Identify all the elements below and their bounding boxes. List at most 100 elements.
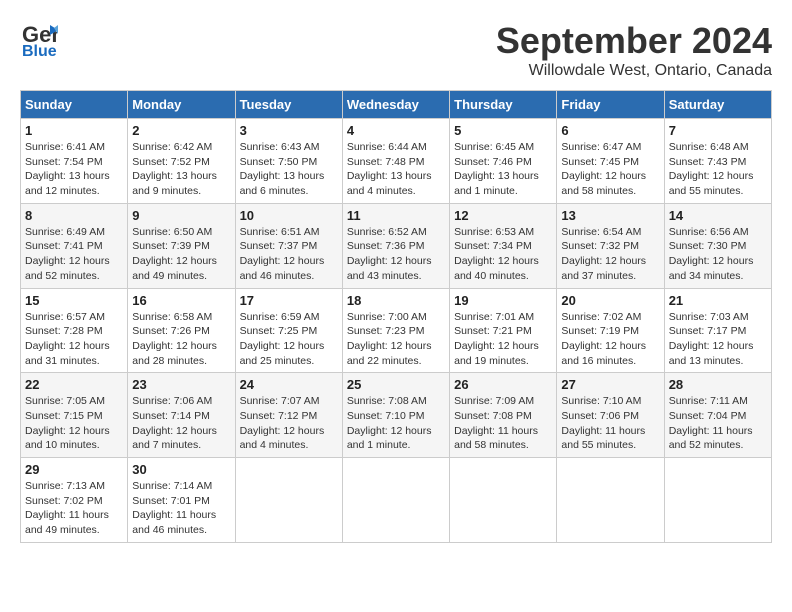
day-number: 20 [561, 293, 659, 308]
calendar-cell: 2 Sunrise: 6:42 AMSunset: 7:52 PMDaylight… [128, 119, 235, 204]
day-info: Sunrise: 6:42 AMSunset: 7:52 PMDaylight:… [132, 140, 230, 199]
day-info: Sunrise: 6:58 AMSunset: 7:26 PMDaylight:… [132, 310, 230, 369]
day-number: 3 [240, 123, 338, 138]
day-number: 1 [25, 123, 123, 138]
calendar-cell: 15 Sunrise: 6:57 AMSunset: 7:28 PMDayligh… [21, 288, 128, 373]
day-info: Sunrise: 6:54 AMSunset: 7:32 PMDaylight:… [561, 225, 659, 284]
day-number: 15 [25, 293, 123, 308]
day-info: Sunrise: 7:03 AMSunset: 7:17 PMDaylight:… [669, 310, 767, 369]
day-info: Sunrise: 6:45 AMSunset: 7:46 PMDaylight:… [454, 140, 552, 199]
calendar-cell: 7 Sunrise: 6:48 AMSunset: 7:43 PMDaylight… [664, 119, 771, 204]
day-number: 9 [132, 208, 230, 223]
day-info: Sunrise: 7:13 AMSunset: 7:02 PMDaylight:… [25, 479, 123, 538]
day-number: 22 [25, 377, 123, 392]
day-number: 19 [454, 293, 552, 308]
column-header-saturday: Saturday [664, 91, 771, 119]
calendar-cell: 8 Sunrise: 6:49 AMSunset: 7:41 PMDaylight… [21, 203, 128, 288]
day-number: 21 [669, 293, 767, 308]
day-info: Sunrise: 6:53 AMSunset: 7:34 PMDaylight:… [454, 225, 552, 284]
day-info: Sunrise: 6:44 AMSunset: 7:48 PMDaylight:… [347, 140, 445, 199]
column-header-thursday: Thursday [450, 91, 557, 119]
day-number: 2 [132, 123, 230, 138]
day-info: Sunrise: 6:57 AMSunset: 7:28 PMDaylight:… [25, 310, 123, 369]
logo: General Blue [20, 20, 58, 65]
day-number: 8 [25, 208, 123, 223]
location-title: Willowdale West, Ontario, Canada [496, 62, 772, 80]
page-header: General Blue September 2024 Willowdale W… [20, 20, 772, 80]
month-title: September 2024 [496, 20, 772, 62]
day-info: Sunrise: 6:49 AMSunset: 7:41 PMDaylight:… [25, 225, 123, 284]
day-info: Sunrise: 6:59 AMSunset: 7:25 PMDaylight:… [240, 310, 338, 369]
day-number: 5 [454, 123, 552, 138]
week-row: 1Sunrise: 6:41 AMSunset: 7:54 PMDaylight… [21, 119, 772, 204]
day-number: 28 [669, 377, 767, 392]
calendar-cell: 19 Sunrise: 7:01 AMSunset: 7:21 PMDayligh… [450, 288, 557, 373]
calendar-cell [557, 458, 664, 543]
day-info: Sunrise: 7:10 AMSunset: 7:06 PMDaylight:… [561, 394, 659, 453]
week-row: 22 Sunrise: 7:05 AMSunset: 7:15 PMDayligh… [21, 373, 772, 458]
day-number: 16 [132, 293, 230, 308]
calendar-cell: 18 Sunrise: 7:00 AMSunset: 7:23 PMDayligh… [342, 288, 449, 373]
week-row: 15 Sunrise: 6:57 AMSunset: 7:28 PMDayligh… [21, 288, 772, 373]
calendar-cell: 22 Sunrise: 7:05 AMSunset: 7:15 PMDayligh… [21, 373, 128, 458]
calendar-cell: 14 Sunrise: 6:56 AMSunset: 7:30 PMDayligh… [664, 203, 771, 288]
column-header-sunday: Sunday [21, 91, 128, 119]
day-number: 11 [347, 208, 445, 223]
day-info: Sunrise: 7:00 AMSunset: 7:23 PMDaylight:… [347, 310, 445, 369]
column-header-monday: Monday [128, 91, 235, 119]
calendar-cell [342, 458, 449, 543]
calendar-cell [450, 458, 557, 543]
day-number: 29 [25, 462, 123, 477]
day-info: Sunrise: 7:05 AMSunset: 7:15 PMDaylight:… [25, 394, 123, 453]
column-header-friday: Friday [557, 91, 664, 119]
calendar-header-row: SundayMondayTuesdayWednesdayThursdayFrid… [21, 91, 772, 119]
calendar-cell: 21 Sunrise: 7:03 AMSunset: 7:17 PMDayligh… [664, 288, 771, 373]
day-info: Sunrise: 7:01 AMSunset: 7:21 PMDaylight:… [454, 310, 552, 369]
calendar-cell: 5 Sunrise: 6:45 AMSunset: 7:46 PMDaylight… [450, 119, 557, 204]
day-number: 17 [240, 293, 338, 308]
calendar-cell: 27 Sunrise: 7:10 AMSunset: 7:06 PMDayligh… [557, 373, 664, 458]
calendar-cell: 3 Sunrise: 6:43 AMSunset: 7:50 PMDaylight… [235, 119, 342, 204]
day-info: Sunrise: 7:02 AMSunset: 7:19 PMDaylight:… [561, 310, 659, 369]
day-number: 13 [561, 208, 659, 223]
day-number: 12 [454, 208, 552, 223]
calendar-cell: 28 Sunrise: 7:11 AMSunset: 7:04 PMDayligh… [664, 373, 771, 458]
calendar-cell [664, 458, 771, 543]
logo-icon: General Blue [20, 20, 58, 65]
calendar-cell: 29 Sunrise: 7:13 AMSunset: 7:02 PMDayligh… [21, 458, 128, 543]
day-number: 6 [561, 123, 659, 138]
calendar-cell: 24 Sunrise: 7:07 AMSunset: 7:12 PMDayligh… [235, 373, 342, 458]
calendar-cell: 6 Sunrise: 6:47 AMSunset: 7:45 PMDaylight… [557, 119, 664, 204]
calendar-cell: 12 Sunrise: 6:53 AMSunset: 7:34 PMDayligh… [450, 203, 557, 288]
day-info: Sunrise: 6:56 AMSunset: 7:30 PMDaylight:… [669, 225, 767, 284]
week-row: 29 Sunrise: 7:13 AMSunset: 7:02 PMDayligh… [21, 458, 772, 543]
day-info: Sunrise: 6:47 AMSunset: 7:45 PMDaylight:… [561, 140, 659, 199]
calendar-cell: 30 Sunrise: 7:14 AMSunset: 7:01 PMDayligh… [128, 458, 235, 543]
calendar-table: SundayMondayTuesdayWednesdayThursdayFrid… [20, 90, 772, 543]
calendar-cell [235, 458, 342, 543]
day-info: Sunrise: 7:08 AMSunset: 7:10 PMDaylight:… [347, 394, 445, 453]
calendar-cell: 11Sunrise: 6:52 AMSunset: 7:36 PMDayligh… [342, 203, 449, 288]
day-info: Sunrise: 7:06 AMSunset: 7:14 PMDaylight:… [132, 394, 230, 453]
day-number: 18 [347, 293, 445, 308]
day-info: Sunrise: 7:11 AMSunset: 7:04 PMDaylight:… [669, 394, 767, 453]
calendar-cell: 10Sunrise: 6:51 AMSunset: 7:37 PMDayligh… [235, 203, 342, 288]
day-info: Sunrise: 7:07 AMSunset: 7:12 PMDaylight:… [240, 394, 338, 453]
calendar-cell: 4 Sunrise: 6:44 AMSunset: 7:48 PMDaylight… [342, 119, 449, 204]
day-info: Sunrise: 6:48 AMSunset: 7:43 PMDaylight:… [669, 140, 767, 199]
title-block: September 2024 Willowdale West, Ontario,… [496, 20, 772, 80]
day-number: 26 [454, 377, 552, 392]
calendar-cell: 20 Sunrise: 7:02 AMSunset: 7:19 PMDayligh… [557, 288, 664, 373]
day-number: 24 [240, 377, 338, 392]
day-info: Sunrise: 6:43 AMSunset: 7:50 PMDaylight:… [240, 140, 338, 199]
day-number: 25 [347, 377, 445, 392]
calendar-cell: 9Sunrise: 6:50 AMSunset: 7:39 PMDaylight… [128, 203, 235, 288]
day-number: 7 [669, 123, 767, 138]
day-info: Sunrise: 7:14 AMSunset: 7:01 PMDaylight:… [132, 479, 230, 538]
day-number: 14 [669, 208, 767, 223]
day-number: 30 [132, 462, 230, 477]
day-number: 4 [347, 123, 445, 138]
day-info: Sunrise: 6:51 AMSunset: 7:37 PMDaylight:… [240, 225, 338, 284]
day-number: 27 [561, 377, 659, 392]
calendar-cell: 16 Sunrise: 6:58 AMSunset: 7:26 PMDayligh… [128, 288, 235, 373]
